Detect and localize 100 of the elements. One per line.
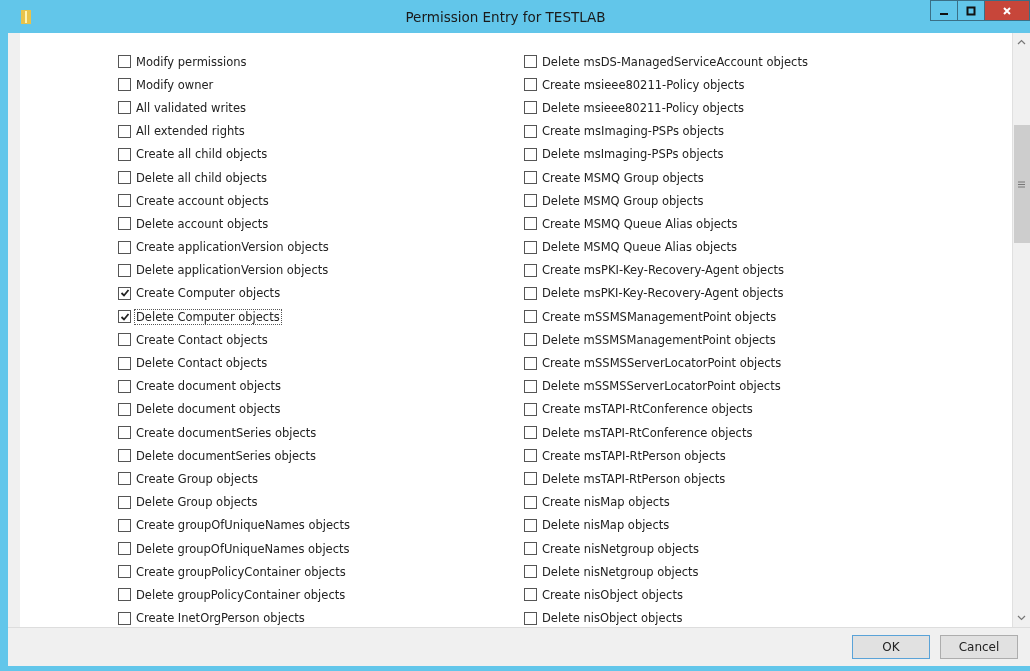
checkbox[interactable] — [524, 194, 537, 208]
checkbox-label[interactable]: Create nisMap objects — [540, 494, 672, 511]
checkbox-label[interactable]: All extended rights — [134, 123, 247, 140]
dialog-button[interactable]: OK — [852, 635, 930, 659]
checkbox-label[interactable]: Delete msieee80211-Policy objects — [540, 99, 746, 116]
checkbox[interactable] — [118, 101, 131, 115]
checkbox-label[interactable]: Create applicationVersion objects — [134, 239, 331, 256]
checkbox-label[interactable]: Create MSMQ Queue Alias objects — [540, 215, 740, 232]
checkbox[interactable] — [524, 124, 537, 138]
checkbox-label[interactable]: Create msImaging-PSPs objects — [540, 123, 726, 140]
checkbox-label[interactable]: Delete Group objects — [134, 494, 260, 511]
checkbox-label[interactable]: Modify owner — [134, 76, 216, 93]
checkbox-label[interactable]: Create Group objects — [134, 470, 260, 487]
checkbox-label[interactable]: Create document objects — [134, 378, 283, 395]
checkbox[interactable] — [524, 518, 537, 532]
checkbox[interactable] — [524, 171, 537, 185]
checkbox[interactable] — [118, 263, 131, 277]
checkbox[interactable] — [524, 286, 537, 300]
checkbox-label[interactable]: Delete nisMap objects — [540, 517, 672, 534]
checkbox-label[interactable]: Delete Computer objects — [134, 308, 282, 325]
checkbox-label[interactable]: Delete documentSeries objects — [134, 447, 318, 464]
checkbox[interactable] — [524, 310, 537, 324]
checkbox-label[interactable]: Create all child objects — [134, 146, 270, 163]
maximize-button[interactable] — [957, 0, 985, 21]
checkbox-label[interactable]: Delete all child objects — [134, 169, 269, 186]
checkbox[interactable] — [524, 217, 537, 231]
checkbox-label[interactable]: Delete nisObject objects — [540, 610, 685, 627]
checkbox-label[interactable]: Create mSSMSServerLocatorPoint objects — [540, 355, 784, 372]
checkbox-label[interactable]: Delete groupOfUniqueNames objects — [134, 540, 352, 557]
checkbox-label[interactable]: Delete groupPolicyContainer objects — [134, 586, 348, 603]
checkbox-label[interactable]: Delete mSSMSServerLocatorPoint objects — [540, 378, 783, 395]
checkbox-label[interactable]: Create msTAPI-RtPerson objects — [540, 447, 728, 464]
checkbox-label[interactable]: Create Contact objects — [134, 331, 270, 348]
checkbox[interactable] — [118, 147, 131, 161]
checkbox-label[interactable]: Create groupPolicyContainer objects — [134, 563, 348, 580]
checkbox[interactable] — [118, 402, 131, 416]
checkbox[interactable] — [118, 518, 131, 532]
minimize-button[interactable] — [930, 0, 958, 21]
checkbox-label[interactable]: Create documentSeries objects — [134, 424, 319, 441]
checkbox[interactable] — [118, 310, 131, 324]
checkbox-label[interactable]: Delete MSMQ Group objects — [540, 192, 706, 209]
checkbox-label[interactable]: Delete MSMQ Queue Alias objects — [540, 239, 740, 256]
checkbox[interactable] — [118, 124, 131, 138]
checkbox[interactable] — [118, 449, 131, 463]
checkbox[interactable] — [524, 542, 537, 556]
checkbox[interactable] — [524, 611, 537, 625]
checkbox-label[interactable]: Delete msDS-ManagedServiceAccount objects — [540, 53, 810, 70]
checkbox[interactable] — [524, 426, 537, 440]
checkbox[interactable] — [118, 194, 131, 208]
checkbox[interactable] — [524, 588, 537, 602]
checkbox[interactable] — [524, 55, 537, 69]
checkbox-label[interactable]: Delete Contact objects — [134, 355, 270, 372]
checkbox[interactable] — [524, 263, 537, 277]
checkbox-label[interactable]: Create msPKI-Key-Recovery-Agent objects — [540, 262, 787, 279]
checkbox-label[interactable]: Create InetOrgPerson objects — [134, 610, 307, 627]
checkbox[interactable] — [524, 356, 537, 370]
checkbox-label[interactable]: Create Computer objects — [134, 285, 283, 302]
checkbox-label[interactable]: Create msieee80211-Policy objects — [540, 76, 747, 93]
checkbox[interactable] — [524, 333, 537, 347]
checkbox-label[interactable]: Delete msPKI-Key-Recovery-Agent objects — [540, 285, 786, 302]
checkbox[interactable] — [118, 588, 131, 602]
checkbox[interactable] — [118, 286, 131, 300]
checkbox-label[interactable]: Delete account objects — [134, 215, 271, 232]
checkbox[interactable] — [118, 472, 131, 486]
checkbox[interactable] — [524, 379, 537, 393]
checkbox[interactable] — [524, 449, 537, 463]
dialog-button[interactable]: Cancel — [940, 635, 1018, 659]
checkbox[interactable] — [118, 611, 131, 625]
checkbox[interactable] — [118, 78, 131, 92]
checkbox-label[interactable]: Create mSSMSManagementPoint objects — [540, 308, 779, 325]
checkbox[interactable] — [118, 217, 131, 231]
checkbox-label[interactable]: All validated writes — [134, 99, 248, 116]
checkbox[interactable] — [524, 565, 537, 579]
checkbox-label[interactable]: Modify permissions — [134, 53, 249, 70]
checkbox[interactable] — [524, 495, 537, 509]
checkbox[interactable] — [524, 240, 537, 254]
scroll-thumb[interactable] — [1013, 125, 1030, 243]
checkbox-label[interactable]: Delete msTAPI-RtPerson objects — [540, 470, 728, 487]
checkbox-label[interactable]: Create account objects — [134, 192, 271, 209]
checkbox-label[interactable]: Create nisNetgroup objects — [540, 540, 701, 557]
close-button[interactable] — [984, 0, 1030, 21]
checkbox[interactable] — [118, 55, 131, 69]
checkbox-label[interactable]: Create msTAPI-RtConference objects — [540, 401, 755, 418]
checkbox[interactable] — [524, 147, 537, 161]
checkbox-label[interactable]: Delete nisNetgroup objects — [540, 563, 701, 580]
checkbox[interactable] — [118, 333, 131, 347]
checkbox[interactable] — [118, 565, 131, 579]
checkbox[interactable] — [118, 240, 131, 254]
checkbox-label[interactable]: Create nisObject objects — [540, 586, 685, 603]
checkbox[interactable] — [524, 78, 537, 92]
checkbox[interactable] — [524, 101, 537, 115]
checkbox[interactable] — [118, 495, 131, 509]
checkbox-label[interactable]: Create MSMQ Group objects — [540, 169, 706, 186]
checkbox[interactable] — [118, 171, 131, 185]
checkbox[interactable] — [118, 379, 131, 393]
checkbox-label[interactable]: Create groupOfUniqueNames objects — [134, 517, 352, 534]
checkbox-label[interactable]: Delete msTAPI-RtConference objects — [540, 424, 755, 441]
checkbox-label[interactable]: Delete msImaging-PSPs objects — [540, 146, 726, 163]
checkbox[interactable] — [118, 426, 131, 440]
checkbox-label[interactable]: Delete applicationVersion objects — [134, 262, 331, 279]
